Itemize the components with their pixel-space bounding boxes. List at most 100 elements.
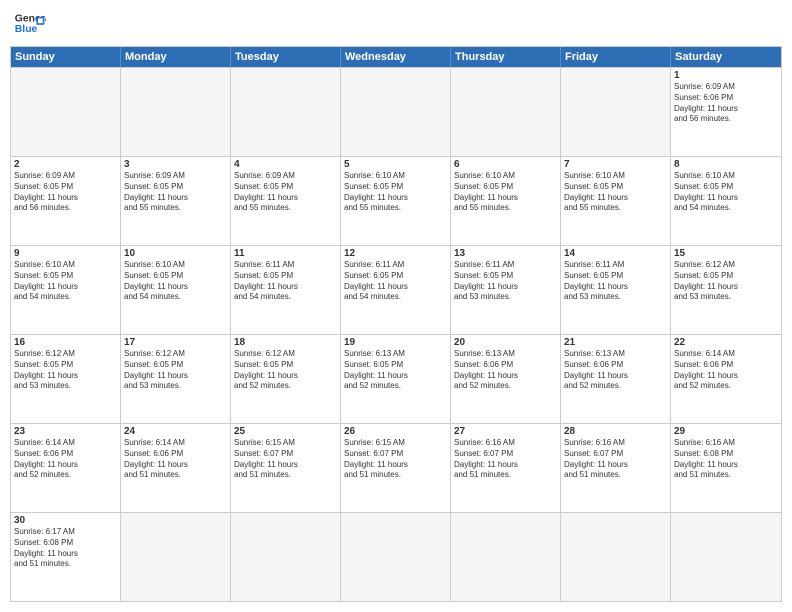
calendar-cell: 10Sunrise: 6:10 AMSunset: 6:05 PMDayligh…	[121, 246, 231, 334]
cell-info: Sunrise: 6:11 AMSunset: 6:05 PMDaylight:…	[234, 260, 337, 303]
calendar-cell	[341, 68, 451, 156]
calendar-cell: 5Sunrise: 6:10 AMSunset: 6:05 PMDaylight…	[341, 157, 451, 245]
cell-info: Sunrise: 6:14 AMSunset: 6:06 PMDaylight:…	[124, 438, 227, 481]
calendar-cell: 30Sunrise: 6:17 AMSunset: 6:08 PMDayligh…	[11, 513, 121, 601]
cell-info: Sunrise: 6:13 AMSunset: 6:05 PMDaylight:…	[344, 349, 447, 392]
day-number: 28	[564, 426, 667, 437]
day-number: 22	[674, 337, 778, 348]
cell-info: Sunrise: 6:12 AMSunset: 6:05 PMDaylight:…	[14, 349, 117, 392]
calendar-cell: 12Sunrise: 6:11 AMSunset: 6:05 PMDayligh…	[341, 246, 451, 334]
calendar-cell: 4Sunrise: 6:09 AMSunset: 6:05 PMDaylight…	[231, 157, 341, 245]
calendar-cell	[231, 513, 341, 601]
day-number: 13	[454, 248, 557, 259]
calendar-cell: 16Sunrise: 6:12 AMSunset: 6:05 PMDayligh…	[11, 335, 121, 423]
calendar-cell: 14Sunrise: 6:11 AMSunset: 6:05 PMDayligh…	[561, 246, 671, 334]
cell-info: Sunrise: 6:11 AMSunset: 6:05 PMDaylight:…	[564, 260, 667, 303]
header: General Blue	[10, 10, 782, 38]
cell-info: Sunrise: 6:17 AMSunset: 6:08 PMDaylight:…	[14, 527, 117, 570]
day-number: 19	[344, 337, 447, 348]
day-number: 8	[674, 159, 778, 170]
calendar-cell: 13Sunrise: 6:11 AMSunset: 6:05 PMDayligh…	[451, 246, 561, 334]
calendar-cell: 27Sunrise: 6:16 AMSunset: 6:07 PMDayligh…	[451, 424, 561, 512]
calendar-cell	[11, 68, 121, 156]
day-number: 16	[14, 337, 117, 348]
calendar-header: SundayMondayTuesdayWednesdayThursdayFrid…	[11, 47, 781, 67]
day-number: 29	[674, 426, 778, 437]
cell-info: Sunrise: 6:09 AMSunset: 6:05 PMDaylight:…	[14, 171, 117, 214]
calendar-cell: 3Sunrise: 6:09 AMSunset: 6:05 PMDaylight…	[121, 157, 231, 245]
calendar-cell: 25Sunrise: 6:15 AMSunset: 6:07 PMDayligh…	[231, 424, 341, 512]
svg-text:Blue: Blue	[15, 24, 38, 35]
cell-info: Sunrise: 6:12 AMSunset: 6:05 PMDaylight:…	[234, 349, 337, 392]
day-number: 14	[564, 248, 667, 259]
calendar-cell: 15Sunrise: 6:12 AMSunset: 6:05 PMDayligh…	[671, 246, 781, 334]
calendar-cell: 18Sunrise: 6:12 AMSunset: 6:05 PMDayligh…	[231, 335, 341, 423]
cell-info: Sunrise: 6:10 AMSunset: 6:05 PMDaylight:…	[124, 260, 227, 303]
calendar-cell: 20Sunrise: 6:13 AMSunset: 6:06 PMDayligh…	[451, 335, 561, 423]
cell-info: Sunrise: 6:09 AMSunset: 6:06 PMDaylight:…	[674, 82, 778, 125]
day-number: 21	[564, 337, 667, 348]
cell-info: Sunrise: 6:09 AMSunset: 6:05 PMDaylight:…	[234, 171, 337, 214]
calendar-cell	[561, 68, 671, 156]
cell-info: Sunrise: 6:14 AMSunset: 6:06 PMDaylight:…	[14, 438, 117, 481]
cell-info: Sunrise: 6:10 AMSunset: 6:05 PMDaylight:…	[14, 260, 117, 303]
day-number: 2	[14, 159, 117, 170]
day-number: 1	[674, 70, 778, 81]
calendar-row: 30Sunrise: 6:17 AMSunset: 6:08 PMDayligh…	[11, 512, 781, 601]
calendar-body: 1Sunrise: 6:09 AMSunset: 6:06 PMDaylight…	[11, 67, 781, 601]
calendar-row: 16Sunrise: 6:12 AMSunset: 6:05 PMDayligh…	[11, 334, 781, 423]
calendar-cell: 29Sunrise: 6:16 AMSunset: 6:08 PMDayligh…	[671, 424, 781, 512]
calendar-cell: 23Sunrise: 6:14 AMSunset: 6:06 PMDayligh…	[11, 424, 121, 512]
day-number: 17	[124, 337, 227, 348]
cell-info: Sunrise: 6:11 AMSunset: 6:05 PMDaylight:…	[344, 260, 447, 303]
calendar-cell	[671, 513, 781, 601]
weekday-header: Wednesday	[341, 47, 451, 67]
calendar-cell: 17Sunrise: 6:12 AMSunset: 6:05 PMDayligh…	[121, 335, 231, 423]
calendar-cell	[341, 513, 451, 601]
day-number: 26	[344, 426, 447, 437]
day-number: 7	[564, 159, 667, 170]
calendar-cell: 8Sunrise: 6:10 AMSunset: 6:05 PMDaylight…	[671, 157, 781, 245]
day-number: 9	[14, 248, 117, 259]
logo: General Blue	[14, 10, 46, 38]
cell-info: Sunrise: 6:10 AMSunset: 6:05 PMDaylight:…	[454, 171, 557, 214]
weekday-header: Thursday	[451, 47, 561, 67]
calendar-row: 2Sunrise: 6:09 AMSunset: 6:05 PMDaylight…	[11, 156, 781, 245]
calendar-cell: 19Sunrise: 6:13 AMSunset: 6:05 PMDayligh…	[341, 335, 451, 423]
cell-info: Sunrise: 6:12 AMSunset: 6:05 PMDaylight:…	[124, 349, 227, 392]
calendar-cell: 1Sunrise: 6:09 AMSunset: 6:06 PMDaylight…	[671, 68, 781, 156]
cell-info: Sunrise: 6:13 AMSunset: 6:06 PMDaylight:…	[564, 349, 667, 392]
day-number: 10	[124, 248, 227, 259]
calendar-cell: 2Sunrise: 6:09 AMSunset: 6:05 PMDaylight…	[11, 157, 121, 245]
weekday-header: Friday	[561, 47, 671, 67]
calendar-cell	[121, 513, 231, 601]
calendar-cell	[561, 513, 671, 601]
weekday-header: Saturday	[671, 47, 781, 67]
cell-info: Sunrise: 6:15 AMSunset: 6:07 PMDaylight:…	[344, 438, 447, 481]
cell-info: Sunrise: 6:10 AMSunset: 6:05 PMDaylight:…	[344, 171, 447, 214]
day-number: 18	[234, 337, 337, 348]
calendar-cell: 11Sunrise: 6:11 AMSunset: 6:05 PMDayligh…	[231, 246, 341, 334]
calendar-cell	[121, 68, 231, 156]
day-number: 24	[124, 426, 227, 437]
calendar-cell: 21Sunrise: 6:13 AMSunset: 6:06 PMDayligh…	[561, 335, 671, 423]
calendar-row: 1Sunrise: 6:09 AMSunset: 6:06 PMDaylight…	[11, 67, 781, 156]
day-number: 6	[454, 159, 557, 170]
cell-info: Sunrise: 6:15 AMSunset: 6:07 PMDaylight:…	[234, 438, 337, 481]
day-number: 27	[454, 426, 557, 437]
calendar-cell: 6Sunrise: 6:10 AMSunset: 6:05 PMDaylight…	[451, 157, 561, 245]
weekday-header: Sunday	[11, 47, 121, 67]
cell-info: Sunrise: 6:16 AMSunset: 6:08 PMDaylight:…	[674, 438, 778, 481]
calendar-cell	[231, 68, 341, 156]
cell-info: Sunrise: 6:16 AMSunset: 6:07 PMDaylight:…	[564, 438, 667, 481]
calendar-cell: 9Sunrise: 6:10 AMSunset: 6:05 PMDaylight…	[11, 246, 121, 334]
weekday-header: Monday	[121, 47, 231, 67]
day-number: 25	[234, 426, 337, 437]
calendar: SundayMondayTuesdayWednesdayThursdayFrid…	[10, 46, 782, 602]
calendar-cell	[451, 68, 561, 156]
cell-info: Sunrise: 6:14 AMSunset: 6:06 PMDaylight:…	[674, 349, 778, 392]
cell-info: Sunrise: 6:09 AMSunset: 6:05 PMDaylight:…	[124, 171, 227, 214]
day-number: 4	[234, 159, 337, 170]
calendar-cell	[451, 513, 561, 601]
cell-info: Sunrise: 6:11 AMSunset: 6:05 PMDaylight:…	[454, 260, 557, 303]
